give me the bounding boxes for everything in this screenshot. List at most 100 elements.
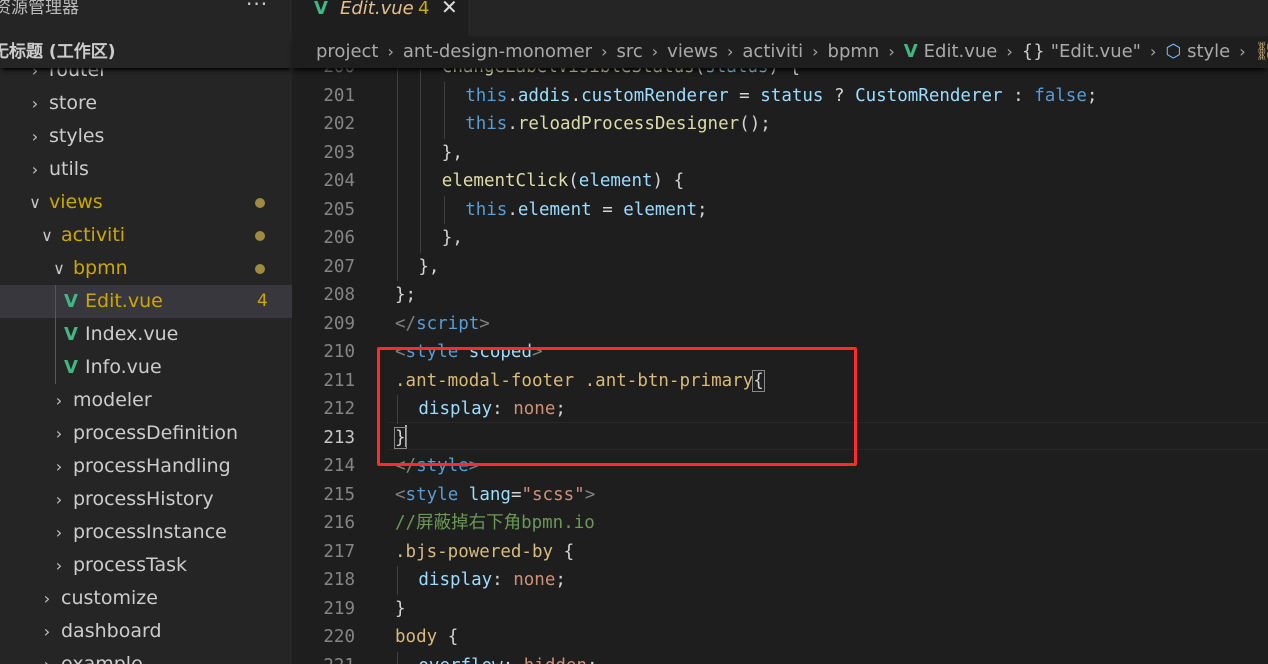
code-token: (	[568, 171, 579, 191]
line-number: 213	[323, 427, 355, 448]
code-token: <	[395, 484, 406, 505]
chevron-right-icon[interactable]: ›	[52, 417, 66, 450]
code-line[interactable]: //屏蔽掉右下角bpmn.io	[395, 509, 595, 537]
close-icon[interactable]: ✕	[441, 0, 458, 18]
chevron-down-icon[interactable]: ∨	[52, 252, 66, 285]
folder-item[interactable]: › processHistory	[0, 483, 292, 516]
folder-item[interactable]: › modeler	[0, 384, 292, 417]
code-line[interactable]: },	[442, 224, 463, 252]
tab-filename: Edit.vue	[340, 0, 414, 19]
chevron-right-icon: ›	[1149, 42, 1157, 61]
code-line[interactable]: .bjs-powered-by {	[395, 538, 574, 566]
breadcrumb-segment[interactable]: ant-design-monomer	[403, 36, 592, 68]
code-line[interactable]: </script>	[395, 310, 490, 338]
indent-guide	[420, 224, 422, 253]
folder-item[interactable]: › utils	[0, 153, 292, 186]
folder-item[interactable]: ∨ bpmn	[0, 252, 292, 285]
folder-item[interactable]: › dashboard	[0, 615, 292, 648]
breadcrumb-symbol[interactable]: "Edit.vue"	[1051, 36, 1141, 68]
code-line[interactable]: <style lang="scss">	[395, 481, 595, 509]
file-item[interactable]: V Info.vue	[0, 351, 292, 384]
chevron-right-icon[interactable]: ›	[28, 153, 42, 186]
code-line[interactable]: }	[395, 595, 406, 623]
code-token: this	[465, 199, 508, 220]
code-token: overflow	[418, 656, 502, 664]
code-line[interactable]: this.addis.customRenderer = status ? Cus…	[465, 82, 1097, 110]
chevron-right-icon[interactable]: ›	[52, 516, 66, 549]
chevron-right-icon[interactable]: ›	[52, 450, 66, 483]
chevron-right-icon[interactable]: ›	[52, 483, 66, 516]
folder-item[interactable]: ∨ activiti	[0, 219, 292, 252]
code-token: reloadProcessDesigner	[517, 114, 740, 134]
chevron-right-icon[interactable]: ›	[40, 582, 54, 615]
indent-guide	[397, 138, 398, 167]
modified-dot-icon	[255, 198, 265, 208]
file-item[interactable]: V Index.vue	[0, 318, 292, 351]
breadcrumb-segment[interactable]: src	[616, 36, 642, 68]
line-number: 220	[323, 627, 355, 647]
code-line[interactable]: };	[395, 281, 416, 309]
code-editor[interactable]: 200changeLabelVisibleStatus(status) {201…	[292, 0, 1268, 664]
tab-edit-vue[interactable]: V Edit.vue 4 ✕	[292, 0, 468, 36]
more-actions-icon[interactable]: ···	[246, 0, 268, 14]
chevron-right-icon: ›	[387, 42, 394, 61]
chevron-right-icon[interactable]: ›	[52, 549, 66, 582]
code-token: ;	[555, 570, 566, 590]
code-line[interactable]: this.element = element;	[465, 196, 707, 224]
line-number: 219	[323, 598, 355, 619]
folder-item[interactable]: › styles	[0, 120, 292, 153]
code-token: this	[465, 114, 508, 134]
folder-item[interactable]: › store	[0, 87, 292, 120]
folder-item[interactable]: › example	[0, 648, 292, 664]
chevron-down-icon[interactable]: ∨	[40, 219, 54, 252]
indent-guide	[443, 195, 445, 224]
indent-guide	[443, 110, 445, 139]
indent-guide	[443, 81, 445, 110]
workspace-section-header[interactable]: 无标题 (工作区)	[0, 36, 292, 68]
breadcrumb-segment[interactable]: bpmn	[828, 36, 880, 68]
line-number: 202	[323, 114, 355, 134]
folder-item[interactable]: › processTask	[0, 549, 292, 582]
tree-item-label: styles	[49, 125, 105, 147]
folder-item[interactable]: › processHandling	[0, 450, 292, 483]
folder-item[interactable]: › processInstance	[0, 516, 292, 549]
explorer-title: 资源管理器	[0, 0, 79, 18]
code-line[interactable]: display: none;	[418, 566, 566, 594]
code-token: {	[437, 627, 459, 647]
indent-guide	[397, 81, 398, 110]
workspace-title: 无标题 (工作区)	[0, 42, 116, 62]
code-token: >	[584, 484, 596, 505]
line-number: 201	[323, 85, 355, 106]
chevron-right-icon[interactable]: ›	[28, 120, 42, 153]
code-line[interactable]: },	[442, 139, 463, 167]
chevron-right-icon[interactable]: ›	[28, 87, 42, 120]
chevron-right-icon[interactable]: ›	[40, 615, 54, 648]
modified-dot-icon	[255, 264, 265, 274]
tree-item-label: views	[49, 191, 103, 213]
code-line[interactable]: elementClick(element) {	[442, 167, 684, 195]
line-number: 217	[323, 541, 355, 562]
code-line[interactable]: body {	[395, 623, 458, 651]
chevron-down-icon[interactable]: ∨	[28, 186, 42, 219]
code-token: .	[507, 199, 518, 220]
breadcrumb-file[interactable]: Edit.vue	[924, 36, 998, 68]
breadcrumb-symbol[interactable]: style	[1187, 36, 1230, 68]
line-number: 207	[323, 256, 355, 277]
breadcrumb-segment[interactable]: activiti	[742, 36, 803, 68]
folder-item[interactable]: › customize	[0, 582, 292, 615]
breadcrumb-segment[interactable]: project	[316, 36, 378, 68]
code-line[interactable]: overflow: hidden;	[418, 652, 597, 664]
code-line[interactable]: this.reloadProcessDesigner();	[465, 110, 771, 138]
vue-icon: V	[903, 41, 918, 62]
breadcrumb-segment[interactable]: views	[667, 36, 718, 68]
file-item[interactable]: V Edit.vue 4	[0, 285, 292, 318]
code-line[interactable]: },	[418, 253, 439, 281]
folder-item[interactable]: › processDefinition	[0, 417, 292, 450]
vue-icon: V	[64, 357, 78, 378]
indent-guide	[420, 110, 422, 139]
chevron-right-icon[interactable]: ›	[52, 384, 66, 417]
chevron-right-icon[interactable]: ›	[40, 648, 54, 664]
line-number: 212	[323, 399, 355, 419]
folder-item[interactable]: ∨ views	[0, 186, 292, 219]
chevron-right-icon: ›	[651, 42, 659, 61]
